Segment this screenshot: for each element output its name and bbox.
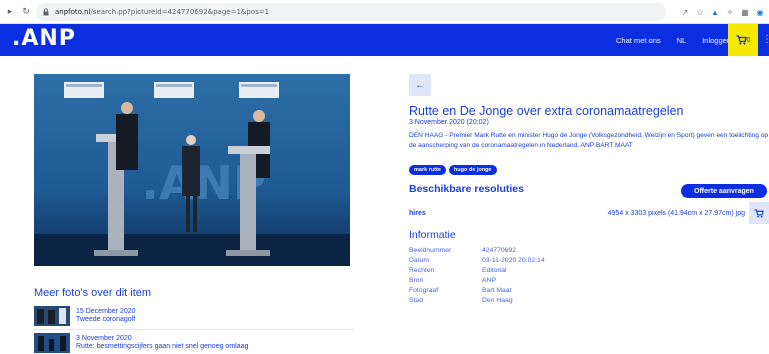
info-key: Rechten bbox=[409, 266, 435, 274]
sidebar-icon[interactable]: ▦ bbox=[740, 7, 750, 17]
related-date: 15 December 2020 bbox=[76, 308, 136, 315]
info-key: Stad bbox=[409, 296, 423, 304]
star-icon[interactable]: ☆ bbox=[695, 7, 705, 17]
header-nav: Chat met ons NL Inloggen bbox=[616, 24, 731, 56]
profile-icon[interactable]: ◉ bbox=[755, 7, 765, 17]
extension-icon[interactable]: ▲ bbox=[710, 7, 720, 17]
info-value: 03-11-2020 20:02:14 bbox=[482, 256, 545, 264]
info-value: Den Haag bbox=[482, 296, 513, 304]
cart-button[interactable]: 0 bbox=[728, 24, 758, 56]
related-item[interactable]: 3 November 2020 Rutte: besmettingscijfer… bbox=[34, 332, 354, 354]
offerte-button[interactable]: Offerte aanvragen bbox=[681, 184, 767, 198]
cart-icon bbox=[736, 35, 747, 45]
resolution-size: 4954 x 3303 pixels (41.94cm x 27.97cm) j… bbox=[607, 210, 745, 217]
tag-mark-rutte[interactable]: mark rutte bbox=[409, 165, 446, 175]
info-value: 424770692 bbox=[482, 246, 517, 254]
info-row: Datum 03-11-2020 20:02:14 bbox=[409, 255, 545, 265]
photo-title: Rutte en De Jonge over extra coronamaatr… bbox=[409, 104, 684, 118]
puzzle-icon[interactable]: ✧ bbox=[725, 7, 735, 17]
info-value: ANP bbox=[482, 276, 496, 284]
related-thumbnail bbox=[34, 333, 70, 353]
site-header: .ANP Chat met ons NL Inloggen 0 ⋮ bbox=[0, 24, 769, 56]
divider bbox=[34, 329, 354, 330]
related-date: 3 November 2020 bbox=[76, 335, 132, 342]
info-row: Bron ANP bbox=[409, 275, 545, 285]
url-path: /search.pp?pictureid=424770692&page=1&po… bbox=[90, 8, 270, 16]
info-key: Bron bbox=[409, 276, 424, 284]
resolution-row: hires 4954 x 3303 pixels (41.94cm x 27.9… bbox=[409, 202, 769, 224]
add-to-cart-button[interactable] bbox=[749, 202, 769, 224]
resolution-name: hires bbox=[409, 210, 426, 217]
photo-description: DEN HAAG - Premier Mark Rutte en ministe… bbox=[409, 132, 769, 149]
main-photo[interactable]: .ANP bbox=[34, 74, 350, 266]
share-icon[interactable]: ↗ bbox=[680, 7, 690, 17]
related-thumbnail bbox=[34, 306, 70, 326]
tag-hugo-de-jonge[interactable]: hugo de jonge bbox=[448, 165, 497, 175]
reload-icon[interactable]: ↻ bbox=[20, 6, 32, 18]
related-caption: Tweede coronagolf bbox=[76, 316, 136, 323]
cart-count: 0 bbox=[746, 36, 751, 44]
info-table: Beeldnummer 424770692 Datum 03-11-2020 20:… bbox=[409, 245, 545, 305]
back-button[interactable]: ← bbox=[409, 74, 431, 96]
info-row: Fotograaf Bart Maat bbox=[409, 285, 545, 295]
url-host: anpfoto.nl bbox=[55, 8, 91, 16]
more-menu-icon[interactable]: ⋮ bbox=[762, 32, 769, 48]
info-title: Informatie bbox=[409, 229, 456, 241]
nav-language[interactable]: NL bbox=[677, 36, 687, 45]
info-row: Rechten Editorial bbox=[409, 265, 545, 275]
info-key: Beeldnummer bbox=[409, 246, 452, 254]
info-key: Datum bbox=[409, 256, 430, 264]
cart-icon bbox=[754, 208, 764, 218]
info-row: Beeldnummer 424770692 bbox=[409, 245, 545, 255]
resolutions-title: Beschikbare resoluties bbox=[409, 183, 524, 195]
related-caption: Rutte: besmettingscijfers gaan niet snel… bbox=[76, 343, 249, 350]
photo-date: 3 November 2020 (20:02) bbox=[409, 119, 489, 126]
info-value[interactable]: Bart Maat bbox=[482, 287, 511, 294]
address-bar[interactable]: anpfoto.nl/search.pp?pictureid=424770692… bbox=[36, 3, 666, 21]
nav-chat[interactable]: Chat met ons bbox=[616, 36, 661, 45]
related-title: Meer foto's over dit item bbox=[34, 287, 152, 299]
anp-logo[interactable]: .ANP bbox=[12, 26, 76, 51]
forward-icon[interactable]: ▸ bbox=[4, 6, 16, 18]
tag-list: mark rutte hugo de jonge bbox=[409, 165, 497, 175]
nav-login[interactable]: Inloggen bbox=[702, 36, 731, 45]
lock-icon bbox=[43, 8, 49, 16]
related-item[interactable]: 15 December 2020 Tweede coronagolf bbox=[34, 305, 354, 327]
info-row: Stad Den Haag bbox=[409, 295, 545, 305]
browser-toolbar: ▸ ↻ anpfoto.nl/search.pp?pictureid=42477… bbox=[0, 0, 769, 24]
info-value: Editorial bbox=[482, 266, 507, 274]
info-key: Fotograaf bbox=[409, 286, 439, 294]
arrow-left-icon: ← bbox=[415, 79, 425, 91]
